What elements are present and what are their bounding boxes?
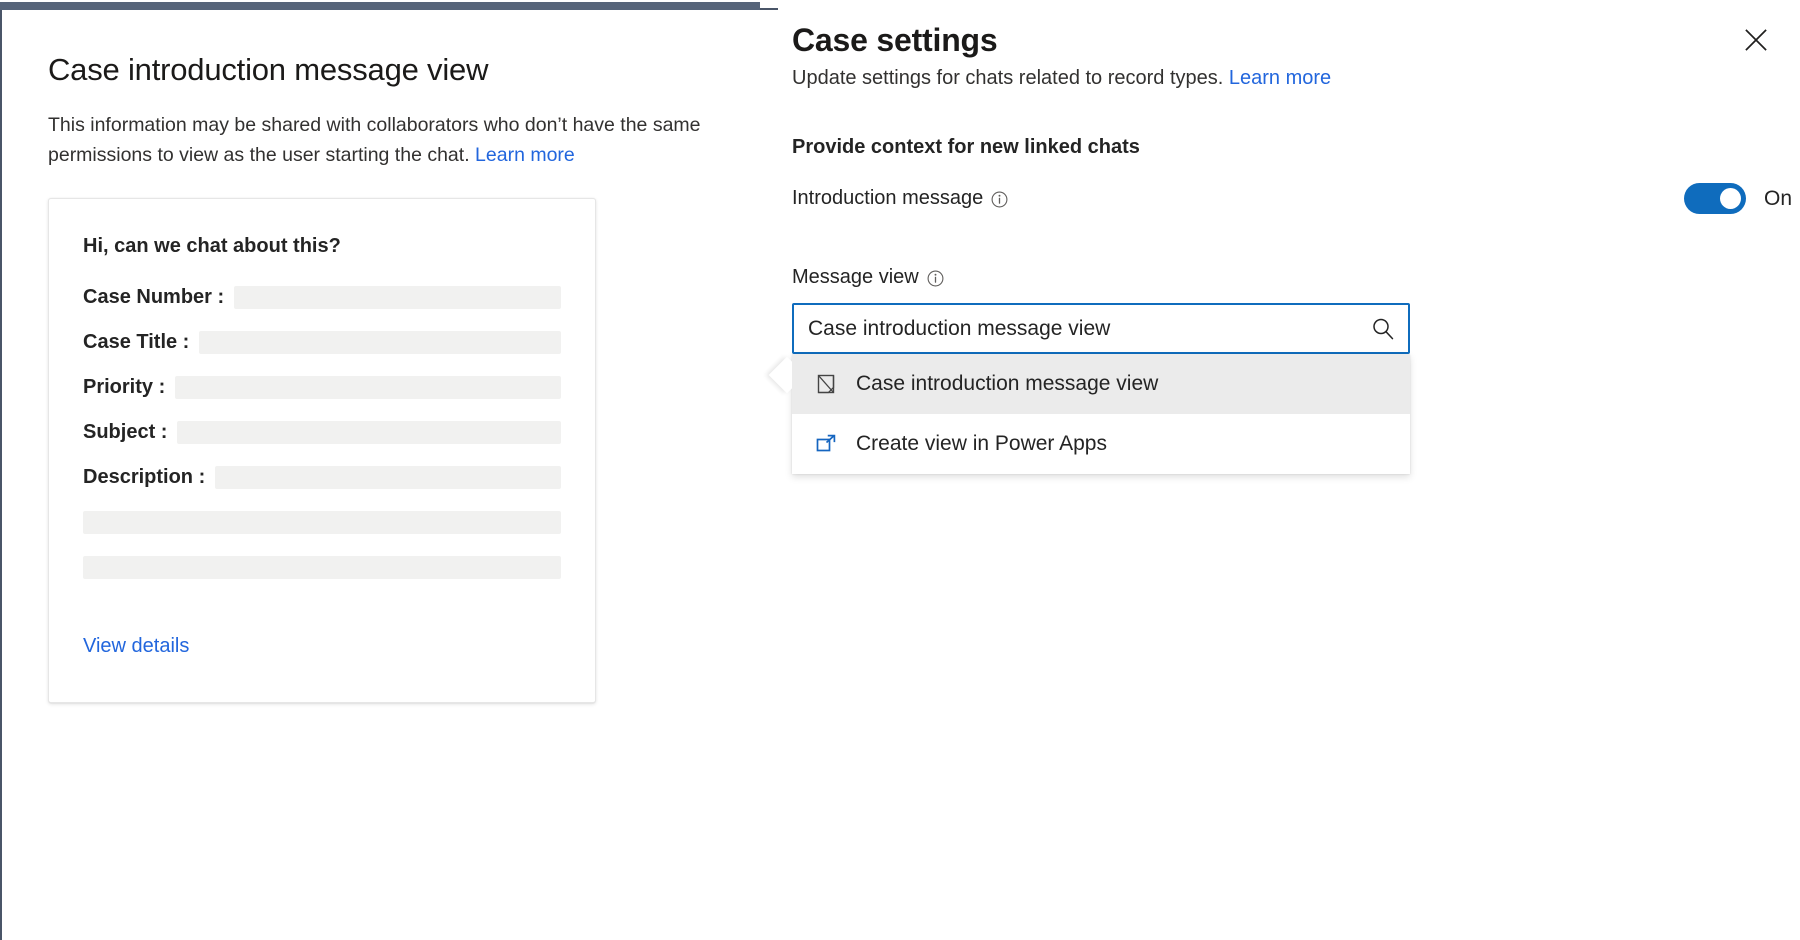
dropdown-option-label: Case introduction message view	[856, 372, 1158, 396]
preview-field-label-subject: Subject :	[83, 421, 167, 444]
open-in-new-glyph	[815, 433, 837, 455]
introduction-message-label: Introduction message	[792, 187, 983, 210]
left-panel-description: This information may be shared with coll…	[48, 110, 708, 171]
info-glyph	[991, 191, 1008, 208]
panel-subtitle-learn-more-link[interactable]: Learn more	[1229, 67, 1331, 89]
preview-field-value-placeholder	[175, 376, 561, 399]
panel-subtitle: Update settings for chats related to rec…	[792, 67, 1800, 90]
left-preview-panel: Case introduction message view This info…	[0, 8, 778, 940]
introduction-message-label-group: Introduction message	[792, 187, 1008, 210]
message-view-search-input[interactable]	[792, 303, 1410, 354]
message-view-label-group: Message view	[792, 266, 1800, 289]
toggle-knob	[1720, 188, 1741, 209]
message-view-label: Message view	[792, 266, 919, 289]
open-in-new-icon	[814, 432, 838, 456]
search-glyph	[1370, 316, 1396, 342]
section-heading-provide-context: Provide context for new linked chats	[792, 136, 1800, 159]
message-view-combobox: Case introduction message view Create vi…	[792, 303, 1410, 354]
preview-description-overflow-bar	[83, 511, 561, 534]
preview-greeting: Hi, can we chat about this?	[83, 235, 561, 258]
preview-field-label-case-number: Case Number :	[83, 286, 224, 309]
panel-top-accent-bar	[0, 2, 760, 10]
view-grid-icon	[814, 372, 838, 396]
message-view-dropdown: Case introduction message view Create vi…	[792, 354, 1410, 474]
panel-subtitle-text: Update settings for chats related to rec…	[792, 67, 1223, 89]
preview-field-label-description: Description :	[83, 466, 205, 489]
preview-field-value-placeholder	[234, 286, 561, 309]
preview-field-value-placeholder	[199, 331, 561, 354]
preview-field-row: Description :	[83, 466, 561, 489]
view-grid-glyph	[815, 373, 837, 395]
panel-title: Case settings	[792, 22, 1800, 59]
preview-field-value-placeholder	[177, 421, 561, 444]
case-settings-panel: Case settings Update settings for chats …	[778, 0, 1800, 940]
dropdown-option-create-view-in-power-apps[interactable]: Create view in Power Apps	[792, 414, 1410, 474]
left-panel-learn-more-link[interactable]: Learn more	[475, 144, 575, 166]
preview-field-value-placeholder	[215, 466, 561, 489]
app-root: Case introduction message view This info…	[0, 0, 1800, 940]
preview-field-row: Case Title :	[83, 331, 561, 354]
preview-field-label-case-title: Case Title :	[83, 331, 189, 354]
page-title: Case introduction message view	[48, 52, 748, 88]
introduction-message-toggle[interactable]	[1684, 183, 1746, 214]
view-details-link[interactable]: View details	[83, 635, 189, 658]
toggle-state-label: On	[1764, 187, 1792, 211]
search-icon[interactable]	[1366, 312, 1400, 346]
left-panel-content: Case introduction message view This info…	[48, 52, 748, 703]
dropdown-option-case-introduction-message-view[interactable]: Case introduction message view	[792, 354, 1410, 414]
preview-field-row: Case Number :	[83, 286, 561, 309]
intro-message-preview-card: Hi, can we chat about this? Case Number …	[48, 198, 596, 703]
case-settings-content: Case settings Update settings for chats …	[792, 22, 1800, 354]
info-icon[interactable]	[991, 191, 1008, 208]
preview-field-row: Priority :	[83, 376, 561, 399]
introduction-message-row: Introduction message On	[792, 183, 1792, 214]
preview-field-row: Subject :	[83, 421, 561, 444]
preview-description-overflow-bar	[83, 556, 561, 579]
info-icon[interactable]	[927, 270, 944, 287]
left-panel-description-text: This information may be shared with coll…	[48, 114, 701, 166]
dropdown-option-label: Create view in Power Apps	[856, 432, 1107, 456]
preview-field-label-priority: Priority :	[83, 376, 165, 399]
info-glyph	[927, 270, 944, 287]
